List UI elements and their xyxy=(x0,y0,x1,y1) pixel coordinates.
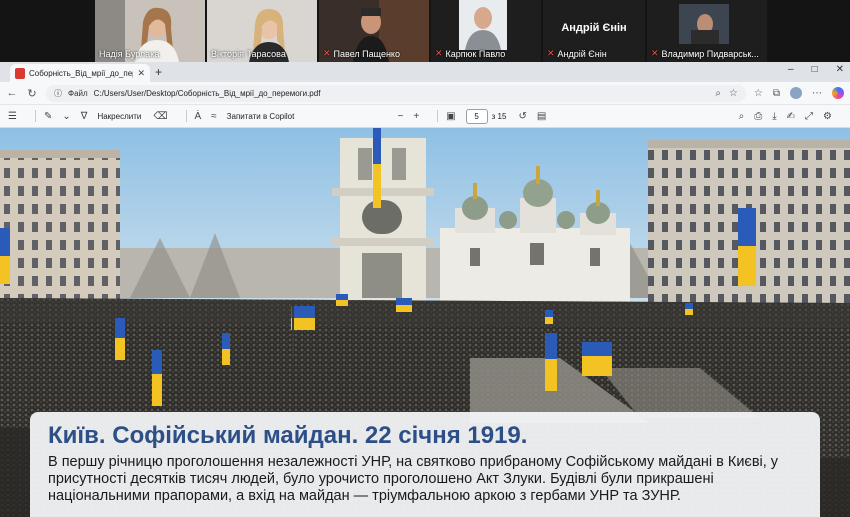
mic-off-icon: ✕ xyxy=(547,48,555,58)
search-icon[interactable]: ⌕ xyxy=(739,111,745,122)
back-icon[interactable]: ← xyxy=(6,87,18,99)
pdf-page: Київ. Софійський майдан. 22 січня 1919. … xyxy=(0,128,850,517)
read-aloud-icon[interactable]: Ȧ xyxy=(195,111,202,122)
participant-tile-1[interactable]: Надія Бурлака xyxy=(95,0,205,62)
pdf-toolbar: ☰ ✎ ⌄ ∇ Накреслити ⌫ Ȧ ≈ Запитати в Cop… xyxy=(0,104,850,128)
more-menu-icon[interactable]: ⋯ xyxy=(812,88,822,99)
slide-title: Київ. Софійський майдан. 22 січня 1919. xyxy=(48,422,528,449)
draw-button[interactable]: Накреслити xyxy=(97,112,141,121)
collections-icon[interactable]: ⧉ xyxy=(773,88,780,99)
info-icon[interactable]: ⓘ xyxy=(54,88,62,99)
zoom-icon[interactable]: ⌕ xyxy=(715,88,721,99)
highlight-icon[interactable]: ✎ xyxy=(44,111,52,122)
participant-name: ✕ Андрій Єнін xyxy=(547,48,607,59)
participant-name: ✕ Карпюк Павло xyxy=(435,48,506,59)
participant-tile-3[interactable]: ✕ Павел Пащенко xyxy=(319,0,429,62)
print-icon[interactable]: ⎙ xyxy=(754,111,762,122)
refresh-icon[interactable]: ↻ xyxy=(26,87,38,100)
mic-off-icon: ✕ xyxy=(651,48,659,58)
browser-tab-bar: Соборність_Від_мрії_до_перемо ✕ + – □ ✕ xyxy=(0,62,850,82)
zoom-in-icon[interactable]: + xyxy=(413,111,419,122)
draw-chevron-icon[interactable]: ⌄ xyxy=(62,111,70,122)
save-as-icon[interactable]: ✍ xyxy=(787,111,795,122)
participant-tile-2[interactable]: Вікторія Тарасова xyxy=(207,0,317,62)
participant-name: Вікторія Тарасова xyxy=(211,49,286,59)
save-icon[interactable]: ⤓ xyxy=(772,111,776,122)
slide-caption-panel: Київ. Софійський майдан. 22 січня 1919. … xyxy=(30,412,820,517)
participant-tile-5[interactable]: Андрій Єнін ✕ Андрій Єнін xyxy=(543,0,645,62)
maximize-icon[interactable]: □ xyxy=(812,64,818,75)
mic-off-icon: ✕ xyxy=(323,48,331,58)
new-tab-button[interactable]: + xyxy=(155,65,162,79)
participant-name: Надія Бурлака xyxy=(99,49,160,59)
address-bar[interactable]: ⓘ Файл C:/Users/User/Desktop/Соборність_… xyxy=(46,84,746,102)
window-controls: – □ ✕ xyxy=(788,64,844,75)
close-icon[interactable]: ✕ xyxy=(137,68,145,79)
toolbar-divider xyxy=(437,110,439,122)
address-bar-row: ← ↻ ⓘ Файл C:/Users/User/Desktop/Соборні… xyxy=(0,82,850,104)
profile-avatar[interactable] xyxy=(790,87,802,99)
video-call-strip: Надія Бурлака Вікторія Тарасова ✕ Павел П… xyxy=(0,0,850,62)
page-number-input[interactable]: 5 xyxy=(465,108,488,124)
page-view-icon[interactable]: ▤ xyxy=(537,111,546,122)
page-total: з 15 xyxy=(491,111,507,121)
pdf-file-icon xyxy=(15,67,25,79)
draw-pen-icon[interactable]: ∇ xyxy=(81,111,88,122)
address-scheme-label: Файл xyxy=(68,88,88,98)
mic-off-icon: ✕ xyxy=(435,48,443,58)
ask-copilot-button[interactable]: Запитати в Copilot xyxy=(227,112,295,121)
toolbar-divider xyxy=(34,110,36,122)
participant-name: ✕ Владимир Пидварськ... xyxy=(651,48,759,59)
participant-name: ✕ Павел Пащенко xyxy=(323,48,400,59)
toolbar-divider xyxy=(185,110,187,122)
translate-icon[interactable]: ≈ xyxy=(211,111,217,122)
zoom-out-icon[interactable]: − xyxy=(398,111,404,122)
address-url[interactable]: C:/Users/User/Desktop/Соборність_Від_мрі… xyxy=(94,89,710,98)
erase-icon[interactable]: ⌫ xyxy=(153,111,167,122)
minimize-icon[interactable]: – xyxy=(788,64,794,75)
copilot-icon[interactable] xyxy=(832,87,844,99)
favorite-star-icon[interactable]: ☆ xyxy=(729,88,738,99)
slide-body-text: В першу річницю проголошення незалежност… xyxy=(48,454,779,504)
browser-tab-active[interactable]: Соборність_Від_мрії_до_перемо ✕ xyxy=(10,64,150,82)
participant-tile-4[interactable]: ✕ Карпюк Павло xyxy=(431,0,541,62)
settings-icon[interactable]: ⚙ xyxy=(823,111,832,122)
favorites-icon[interactable]: ☆ xyxy=(754,88,763,99)
participant-avatar-text: Андрій Єнін xyxy=(561,22,627,34)
close-window-icon[interactable]: ✕ xyxy=(836,64,844,75)
rotate-icon[interactable]: ↺ xyxy=(518,111,526,122)
contents-icon[interactable]: ☰ xyxy=(8,111,17,122)
participant-tile-6[interactable]: ✕ Владимир Пидварськ... xyxy=(647,0,767,62)
fullscreen-icon[interactable]: ⤢ xyxy=(805,111,813,122)
fit-page-icon[interactable]: ▣ xyxy=(446,111,455,122)
tab-title: Соборність_Від_мрії_до_перемо xyxy=(29,68,133,78)
